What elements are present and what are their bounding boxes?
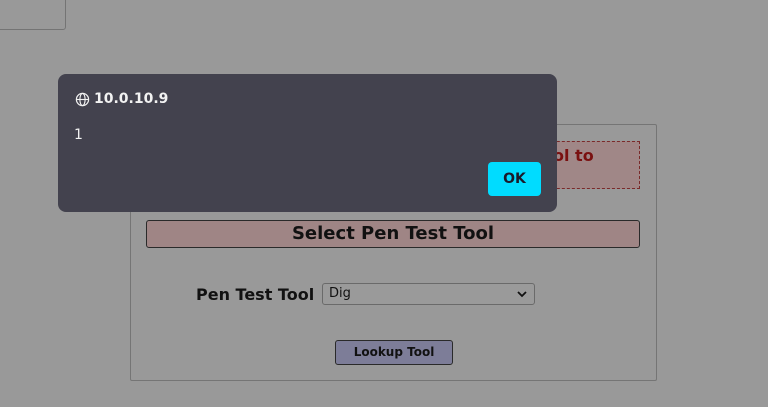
dialog-origin: 10.0.10.9	[75, 90, 168, 108]
lookup-tool-button[interactable]: Lookup Tool	[335, 340, 453, 365]
tool-selection-row: Pen Test Tool Dig	[131, 283, 656, 307]
tool-select-label: Pen Test Tool	[196, 285, 315, 304]
alert-dialog: 10.0.10.9 1 OK	[58, 74, 557, 212]
globe-icon	[75, 92, 90, 106]
tool-select-value: Dig	[329, 286, 351, 301]
top-left-container	[0, 0, 66, 30]
section-header: Select Pen Test Tool	[146, 220, 640, 248]
chevron-down-icon	[517, 291, 527, 298]
page-overlay: ol to Select Pen Test Tool Pen Test Tool…	[0, 0, 768, 407]
warning-message-text: ol to	[553, 146, 594, 165]
ok-button[interactable]: OK	[488, 162, 541, 196]
dialog-origin-text: 10.0.10.9	[94, 91, 169, 107]
tool-select-dropdown[interactable]: Dig	[322, 283, 535, 305]
dialog-message: 1	[74, 127, 83, 143]
